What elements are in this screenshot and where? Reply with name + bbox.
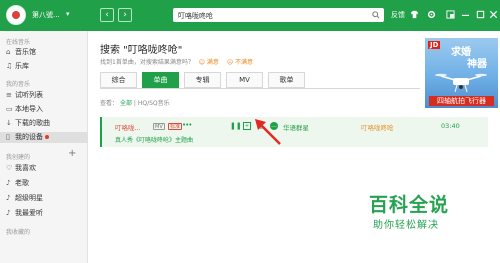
- add-icon[interactable]: +: [243, 122, 251, 130]
- watermark-title: 百科全说: [369, 194, 450, 216]
- tab-overall[interactable]: 综合: [100, 72, 137, 88]
- drone-icon: [435, 73, 487, 93]
- sidebar-section-created: 我创建的: [6, 154, 31, 161]
- tab-playlists[interactable]: 歌单: [268, 72, 305, 88]
- add-playlist-button[interactable]: +: [68, 148, 76, 159]
- playlist-icon: ♪: [6, 179, 11, 187]
- download-icon: ↓: [6, 119, 12, 127]
- search-box[interactable]: 叮咯咙咚呛: [173, 8, 384, 22]
- page-title: 搜索 "叮咯咙咚呛": [100, 45, 183, 56]
- sidebar-section-collected: 我收藏的: [6, 229, 31, 236]
- tab-songs[interactable]: 单曲: [142, 72, 179, 88]
- maximize-icon[interactable]: [476, 10, 485, 19]
- tab-mv[interactable]: MV: [226, 72, 263, 88]
- sidebar-section-online: 在线音乐: [6, 39, 31, 46]
- search-result-summary: 找到1首单曲，对搜索结果满意吗？ ☺ 满意 ☹ 不满意: [100, 57, 259, 66]
- pause-icon[interactable]: ❚❚: [230, 122, 242, 130]
- heart-icon: ♡: [6, 164, 13, 172]
- sidebar: 在线音乐 ⌂ 音乐馆 ♫ 乐库 我的音乐 ≡ 试听列表 ▭ 本地导入 ↓ 下载的歌曲 ▯ 我…: [0, 31, 88, 263]
- sidebar-item-my-device[interactable]: ▯ 我的设备: [0, 132, 88, 143]
- sidebar-item-downloaded[interactable]: ↓ 下载的歌曲: [6, 118, 50, 129]
- sidebar-section-my: 我的音乐: [6, 81, 31, 88]
- mini-mode-icon[interactable]: [446, 10, 455, 19]
- quality-filter: 查看： 全部 | HQ/SQ音乐: [100, 100, 170, 107]
- ad-brand-logo: JD: [428, 41, 441, 49]
- list-icon: ≡: [6, 91, 12, 99]
- sidebar-item-music-hall[interactable]: ⌂ 音乐馆: [6, 47, 36, 58]
- filter-all[interactable]: 全部: [120, 100, 132, 107]
- forward-button[interactable]: ›: [118, 8, 132, 22]
- playlist-icon: ♪: [6, 194, 11, 202]
- song-singer[interactable]: 华语群星: [283, 122, 309, 132]
- username[interactable]: 第八號...: [32, 10, 60, 20]
- song-duration: 03:40: [441, 122, 460, 130]
- close-icon[interactable]: [489, 10, 498, 19]
- sidebar-item-library[interactable]: ♫ 乐库: [6, 61, 29, 72]
- unsatisfied-button[interactable]: ☹ 不满意: [227, 57, 256, 66]
- tab-albums[interactable]: 专辑: [184, 72, 221, 88]
- settings-gear-icon[interactable]: [427, 10, 436, 19]
- quality-badge: 标准: [168, 123, 183, 130]
- watermark-subtitle: 助你轻松解决: [373, 220, 439, 231]
- local-import-icon: ▭: [6, 105, 13, 113]
- filter-hq[interactable]: HQ/SQ音乐: [138, 100, 170, 107]
- skin-icon[interactable]: [410, 10, 419, 19]
- result-count-text: 找到1首单曲，对搜索结果满意吗？: [100, 59, 194, 66]
- device-icon: ▯: [6, 133, 10, 141]
- sidebar-item-old-songs[interactable]: ♪ 老歌: [6, 178, 29, 189]
- avatar[interactable]: [6, 5, 26, 25]
- result-tabs: 综合 单曲 专辑 MV 歌单: [100, 72, 420, 89]
- ad-subtitle: 四轴航拍飞行器: [429, 96, 494, 106]
- ad-banner[interactable]: JD 求婚 神器 四轴航拍飞行器: [425, 38, 498, 108]
- annotation-arrow-icon: [255, 119, 281, 145]
- song-subline: 真人秀《叮咯咙咚呛》主题曲: [115, 137, 194, 144]
- notification-dot: [45, 135, 49, 139]
- sidebar-item-most-loved[interactable]: ♪ 我最爱听: [6, 208, 43, 219]
- top-bar: 第八號... ▾ ‹ › 叮咯咙咚呛 反馈: [0, 0, 500, 31]
- library-icon: ♫: [6, 62, 13, 70]
- music-hall-icon: ⌂: [6, 48, 11, 56]
- sidebar-item-favorites[interactable]: ♡ 我喜欢: [6, 163, 36, 174]
- search-input[interactable]: 叮咯咙咚呛: [178, 11, 213, 21]
- back-button[interactable]: ‹: [100, 8, 114, 22]
- table-row[interactable]: 叮咯咙... MV 标准 ••• ❚❚ + ⤓ … 华语群星 叮咯咙咚呛 03:…: [100, 117, 488, 147]
- mv-badge[interactable]: MV: [153, 123, 165, 130]
- minimize-icon[interactable]: [461, 10, 470, 19]
- feedback-link[interactable]: 反馈: [391, 10, 405, 20]
- song-album[interactable]: 叮咯咙咚呛: [361, 122, 394, 132]
- user-dropdown-icon[interactable]: ▾: [66, 10, 70, 18]
- sidebar-item-local-import[interactable]: ▭ 本地导入: [6, 104, 43, 115]
- playlist-icon: ♪: [6, 209, 11, 217]
- sidebar-item-trial-list[interactable]: ≡ 试听列表: [6, 90, 43, 101]
- song-title[interactable]: 叮咯咙...: [115, 122, 141, 132]
- more-dots-icon[interactable]: •••: [182, 121, 192, 129]
- search-icon[interactable]: [372, 11, 380, 19]
- sidebar-item-superstars[interactable]: ♪ 超级明星: [6, 193, 43, 204]
- satisfied-button[interactable]: ☺ 满意: [199, 57, 222, 66]
